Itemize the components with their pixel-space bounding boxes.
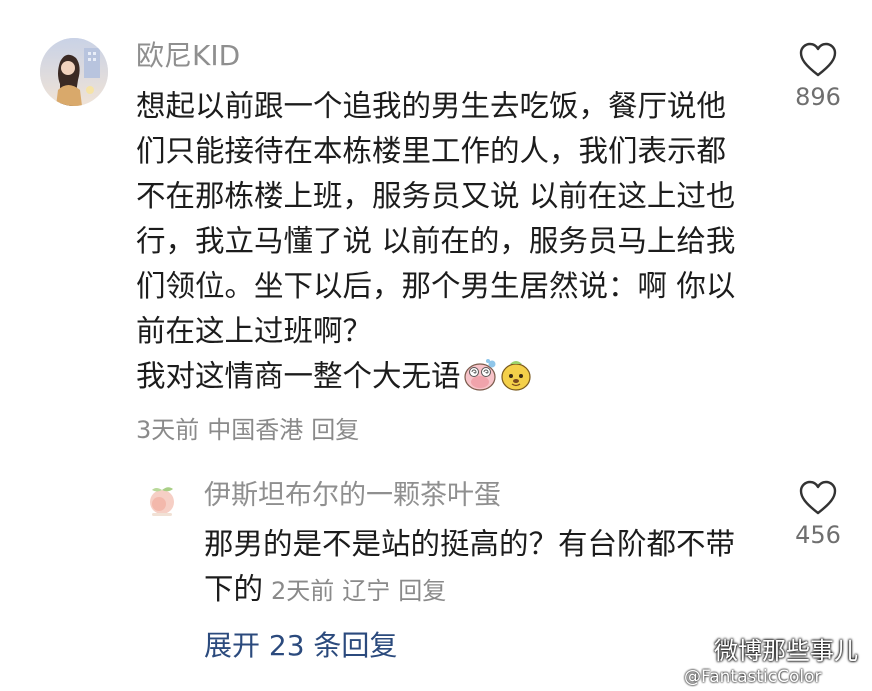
comment-line: 们只能接待在本栋楼里工作的人，我们表示都 xyxy=(136,134,727,168)
reply-line: 那男的是不是站的挺高的？有台阶都不带 xyxy=(204,527,736,561)
reply-body: 那男的是不是站的挺高的？有台阶都不带 下的 2天前 辽宁 回复 xyxy=(204,522,764,614)
comment-meta: 3天前 中国香港 回复 xyxy=(136,414,367,446)
reply-like-count: 456 xyxy=(795,521,841,549)
avatar[interactable] xyxy=(40,38,108,106)
wechat-logo-icon xyxy=(680,639,708,662)
dog-face-emoji xyxy=(499,358,533,392)
reply-reply-button[interactable]: 回复 xyxy=(398,577,446,605)
reply-like-button[interactable]: 456 xyxy=(778,480,858,550)
comment-time: 3天前 xyxy=(136,416,200,444)
reply-line-last: 下的 2天前 辽宁 回复 xyxy=(204,567,764,614)
like-count: 896 xyxy=(795,83,841,111)
comment-line: 不在那栋楼上班，服务员又说 以前在这上过也 xyxy=(136,179,736,213)
watermark-title-row: 微博那些事儿 xyxy=(680,636,858,666)
reply-username[interactable]: 伊斯坦布尔的一颗茶叶蛋 xyxy=(204,478,501,514)
watermark: 微博那些事儿 @FantasticColor xyxy=(680,636,858,688)
comment-body: 想起以前跟一个追我的男生去吃饭，餐厅说他 们只能接待在本栋楼里工作的人，我们表示… xyxy=(136,84,746,399)
comment-line-text: 我对这情商一整个大无语 xyxy=(136,359,461,393)
comment-line: 们领位。坐下以后，那个男生居然说：啊 你以 xyxy=(136,269,736,303)
comment-line: 前在这上过班啊？ xyxy=(136,314,373,348)
reply-meta: 2天前 辽宁 回复 xyxy=(271,577,454,605)
comment-username[interactable]: 欧尼KID xyxy=(136,38,240,74)
watermark-handle: @FantasticColor xyxy=(684,667,822,687)
comment-location: 中国香港 xyxy=(207,416,304,444)
comment-screen: 欧尼KID 想起以前跟一个追我的男生去吃饭，餐厅说他 们只能接待在本栋楼里工作的… xyxy=(0,0,872,691)
reply-location: 辽宁 xyxy=(342,577,391,605)
reply-button[interactable]: 回复 xyxy=(311,416,359,444)
heart-outline-icon[interactable] xyxy=(799,480,837,516)
comment-line: 行，我立马懂了说 以前在的，服务员马上给我 xyxy=(136,224,736,258)
watermark-title: 微博那些事儿 xyxy=(714,637,858,665)
dizzy-face-emoji xyxy=(463,358,497,392)
avatar-image xyxy=(40,38,108,106)
reply-avatar[interactable] xyxy=(142,480,182,520)
comment-line: 想起以前跟一个追我的男生去吃饭，餐厅说他 xyxy=(136,89,727,123)
reply-line-text: 下的 xyxy=(204,572,264,606)
expand-replies-button[interactable]: 展开 23 条回复 xyxy=(204,628,397,664)
reply-time: 2天前 xyxy=(271,577,335,605)
peach-avatar-icon xyxy=(150,487,174,516)
like-button[interactable]: 896 xyxy=(778,42,858,112)
comment-line-last: 我对这情商一整个大无语 xyxy=(136,354,746,399)
heart-outline-icon[interactable] xyxy=(799,42,837,78)
